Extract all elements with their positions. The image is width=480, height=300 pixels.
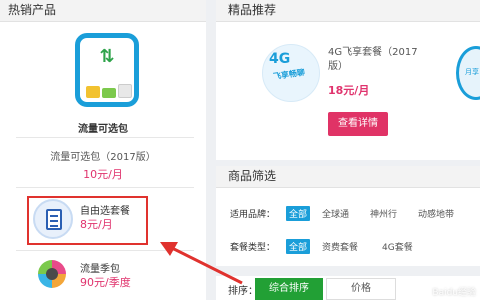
featured-product-price: 10元/月: [83, 168, 123, 181]
featured-product-subtitle[interactable]: 流量可选包（2017版）: [0, 148, 206, 163]
sort-label: 排序：: [228, 286, 258, 297]
divider: [16, 187, 194, 188]
recommend-product-price: 18元/月: [328, 84, 370, 97]
brand-filter-label: 适用品牌：: [230, 210, 276, 220]
brand-filter-all[interactable]: 全部: [286, 206, 311, 221]
sort-comprehensive-button[interactable]: 综合排序: [255, 278, 323, 300]
brand-filter-option[interactable]: 动感地带: [418, 207, 454, 220]
filter-header: 商品筛选: [216, 166, 480, 188]
4g-package-image[interactable]: 4G 飞享畅聊: [262, 44, 320, 102]
view-details-button[interactable]: 查看详情: [328, 112, 388, 136]
type-filter-label: 套餐类型：: [230, 243, 276, 253]
recommend-product-title[interactable]: 4G飞享套餐（2017版）: [328, 46, 428, 74]
transfer-arrows-icon: ⇅: [99, 46, 115, 67]
shopping-bag-yellow-icon: [86, 86, 100, 98]
type-filter-option[interactable]: 4G套餐: [382, 240, 413, 253]
type-filter-option[interactable]: 资费套餐: [322, 240, 358, 253]
hot-products-header: 热销产品: [0, 0, 206, 22]
featured-product-name[interactable]: 流量可选包: [0, 120, 206, 135]
sort-price-button[interactable]: 价格: [326, 278, 396, 300]
highlight-box: [27, 196, 148, 245]
divider: [16, 250, 194, 251]
watermark: Baidu经验: [432, 288, 476, 298]
list-item-title[interactable]: 流量季包: [80, 260, 120, 275]
shopping-bag-green-icon: [102, 88, 116, 98]
shopping-bag-white-icon: [118, 84, 132, 98]
recommend-card: 精品推荐: [216, 0, 480, 160]
brand-filter-option[interactable]: 神州行: [370, 207, 397, 220]
list-item-price: 90元/季度: [80, 276, 131, 289]
data-season-pack-icon[interactable]: [34, 258, 70, 294]
brand-filter-option[interactable]: 全球通: [322, 207, 349, 220]
data-package-icon[interactable]: ⇅: [75, 33, 139, 107]
type-filter-all[interactable]: 全部: [286, 239, 311, 254]
divider: [16, 137, 194, 138]
recommend-header: 精品推荐: [216, 0, 480, 22]
